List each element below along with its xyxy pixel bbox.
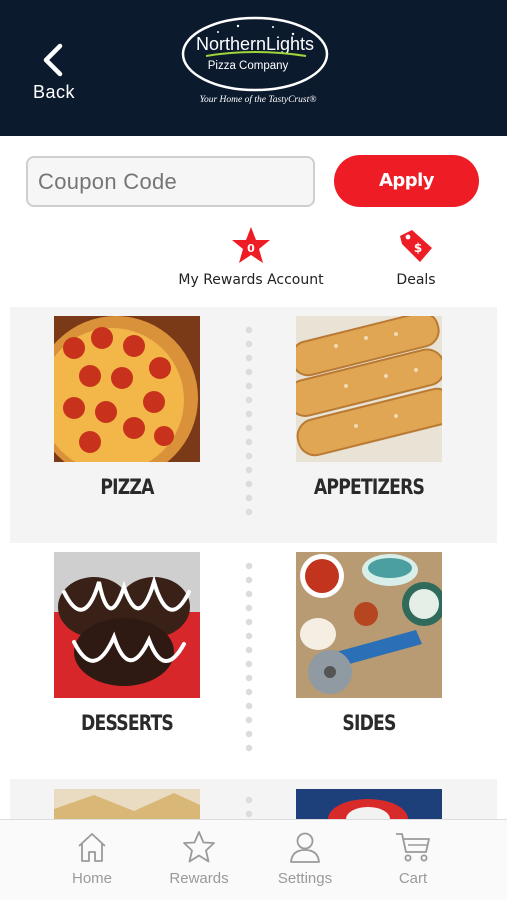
cart-icon [396,833,430,862]
tab-cart-label: Cart [398,870,428,887]
bottom-tab-bar: Home Rewards Settings Cart [0,819,507,900]
category-label: APPETIZERS [313,475,425,499]
my-rewards-account-link[interactable]: 0 My Rewards Account [178,226,324,288]
category-row: PIZZA APPETIZERS [10,307,497,543]
coupon-code-input[interactable] [26,156,315,207]
tab-cart[interactable]: Cart [368,830,458,887]
rewards-label: My Rewards Account [178,272,324,288]
category-label: DESSERTS [81,711,174,735]
logo-brand-line1: NorthernLights [196,34,314,54]
person-icon [290,832,320,863]
category-label: PIZZA [100,475,154,499]
back-label: Back [32,82,76,102]
deals-link[interactable]: $ Deals [386,226,446,288]
category-appetizers[interactable]: APPETIZERS [286,311,456,499]
apply-button[interactable]: Apply [334,155,479,207]
category-pizza[interactable]: PIZZA [34,316,202,499]
appetizers-image [286,311,456,462]
column-divider [245,323,253,519]
column-divider [245,559,253,755]
svg-text:$: $ [414,241,422,255]
logo-brand-line2: Pizza Company [208,60,289,72]
tab-home-label: Home [71,870,112,887]
chevron-left-icon [43,43,63,77]
pizza-image [34,316,200,480]
tab-rewards[interactable]: Rewards [154,830,244,887]
home-icon [78,833,106,862]
star-badge-icon: 0 [232,227,270,263]
logo-tagline: Your Home of the TastyCrust® [200,94,317,105]
category-label: SIDES [342,711,396,735]
tab-settings[interactable]: Settings [260,830,350,887]
sides-image [296,552,446,698]
drink-image [296,789,442,819]
tab-home[interactable]: Home [47,830,137,887]
desserts-image [54,552,200,698]
northern-lights-logo: NorthernLights Pizza Company Your Home o… [181,16,329,105]
category-sides[interactable]: SIDES [294,552,446,735]
category-row-partial [10,779,497,819]
rewards-badge-count: 0 [247,242,255,255]
back-button[interactable]: Back [24,40,84,110]
tab-rewards-label: Rewards [169,870,229,887]
tab-settings-label: Settings [277,870,333,887]
category-row: DESSERTS SIDES [10,543,497,779]
category-desserts[interactable]: DESSERTS [52,552,202,735]
price-tag-icon: $ [400,230,432,262]
column-divider [245,793,253,819]
quesadilla-image [54,789,200,819]
star-icon [183,831,215,863]
app-header: Back NorthernLights Pizza Company Your H… [0,0,507,136]
deals-label: Deals [396,272,436,288]
